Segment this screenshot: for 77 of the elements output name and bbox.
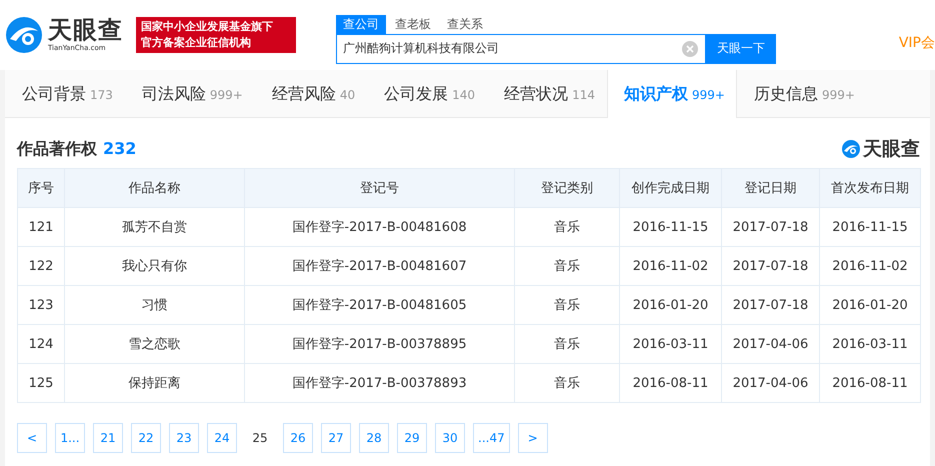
page-button[interactable]: ...47 [473,423,510,453]
table-cell: 121 [18,208,64,246]
logo-text: 天眼查 [48,18,123,42]
table-cell: 2016-11-02 [620,246,722,286]
category-tab[interactable]: 历史信息 999+ [736,70,867,118]
brand-text: 天眼查 [863,137,920,162]
page-button[interactable]: < [17,423,47,453]
table-cell: 125 [18,364,64,402]
page-button[interactable]: 1... [55,423,85,453]
table-cell: 保持距离 [64,364,244,402]
table-cell: 2016-08-11 [620,364,722,402]
search-tab[interactable]: 查老板 [388,14,438,34]
category-tab[interactable]: 经营状况 114 [487,70,607,118]
eye-logo-icon [4,15,44,55]
table-cell: 孤芳不自赏 [64,208,244,246]
clear-icon[interactable] [682,40,698,56]
table-cell: 音乐 [514,364,620,402]
table-cell: 音乐 [514,246,620,286]
eye-logo-icon [841,139,861,159]
table-cell: 2016-11-15 [820,208,920,246]
table-cell: 音乐 [514,286,620,324]
table-cell: 2016-01-20 [620,286,722,324]
page-button[interactable]: 24 [207,423,237,453]
badge-line: 官方备案企业征信机构 [141,36,252,50]
table-cell: 2016-11-02 [820,246,920,286]
table-cell: 2016-03-11 [820,324,920,364]
table-cell: 音乐 [514,208,620,246]
page-button[interactable]: 22 [131,423,161,453]
category-tab[interactable]: 公司发展 140 [367,70,488,118]
table-cell: 2017-07-18 [722,208,820,246]
search-tab[interactable]: 查公司 [336,14,386,34]
table-cell: 国作登字-2017-B-00481607 [244,246,514,286]
table-cell: 123 [18,286,64,324]
table-cell: 2017-07-18 [722,246,820,286]
column-header: 登记号 [244,168,514,208]
column-header: 登记类别 [514,168,620,208]
table-cell: 2016-11-15 [620,208,722,246]
table-cell: 习惯 [64,286,244,324]
table-cell: 2016-08-11 [820,364,920,402]
section-count: 232 [103,138,136,158]
column-header: 首次发布日期 [820,168,920,208]
table-cell: 2016-01-20 [820,286,920,324]
search-button[interactable]: 天眼一下 [706,34,776,64]
table-cell: 雪之恋歌 [64,324,244,364]
table-cell: 我心只有你 [64,246,244,286]
table-cell: 国作登字-2017-B-00481605 [244,286,514,324]
table-cell: 2017-04-06 [722,324,820,364]
column-header: 作品名称 [64,168,244,208]
category-tab[interactable]: 知识产权 999+ [606,70,737,118]
column-header: 登记日期 [722,168,820,208]
page-button[interactable]: 26 [283,423,313,453]
table-cell: 国作登字-2017-B-00378893 [244,364,514,402]
table-cell: 2017-07-18 [722,286,820,324]
category-tab[interactable]: 公司背景 173 [5,70,125,118]
column-header: 序号 [18,168,64,208]
table-cell: 国作登字-2017-B-00378895 [244,324,514,364]
column-header: 创作完成日期 [620,168,722,208]
search-field[interactable]: 广州酷狗计算机科技有限公司 [336,34,706,64]
page-button[interactable]: 27 [321,423,351,453]
page-button[interactable]: 29 [397,423,427,453]
table-cell: 2016-03-11 [620,324,722,364]
table-cell: 124 [18,324,64,364]
vip-link[interactable]: VIP会 [898,34,935,52]
page-button[interactable]: 30 [435,423,465,453]
table-cell: 2017-04-06 [722,364,820,402]
category-tab[interactable]: 经营风险 40 [254,70,368,118]
page-button[interactable]: 23 [169,423,199,453]
table-cell: 音乐 [514,324,620,364]
badge-line: 国家中小企业发展基金旗下 [141,20,274,34]
page-button[interactable]: > [518,423,548,453]
table-cell: 122 [18,246,64,286]
search-tab[interactable]: 查关系 [440,14,490,34]
category-tab[interactable]: 司法风险 999+ [124,70,255,118]
section-title: 作品著作权 [17,138,97,158]
page-button[interactable]: 28 [359,423,389,453]
table-cell: 国作登字-2017-B-00481608 [244,208,514,246]
page-button[interactable]: 21 [93,423,123,453]
